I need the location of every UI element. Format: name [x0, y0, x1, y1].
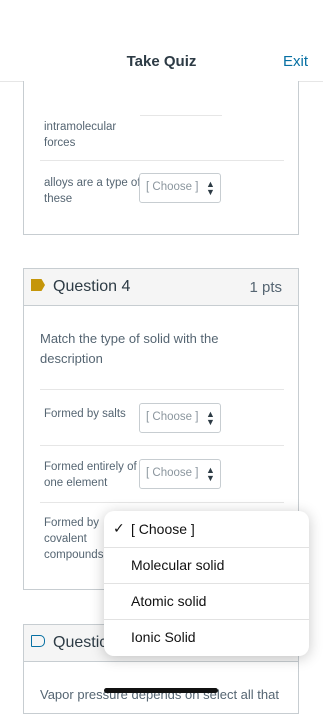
question-points: 1 pts: [249, 279, 282, 296]
match-row-label: forces: [44, 137, 76, 149]
question-prompt: Match the type of solid with the descrip…: [40, 329, 250, 369]
match-row-label: Formed by salts: [44, 408, 126, 420]
match-row-label: these: [44, 193, 73, 205]
select-value: [ Choose ]: [146, 411, 199, 423]
match-row: alloys are a type of these [ Choose ] ▲ ▼: [40, 160, 284, 235]
match-row-label: one element: [44, 477, 108, 489]
match-row-label: compounds: [44, 549, 104, 561]
select-value: [ Choose ]: [146, 467, 199, 479]
up-down-chevron-icon: ▲ ▼: [206, 179, 215, 197]
exit-link[interactable]: Exit: [283, 53, 308, 70]
match-row-label: alloys are a type of: [44, 177, 141, 189]
up-down-chevron-icon: ▲ ▼: [206, 409, 215, 427]
match-row-label: Formed entirely of: [44, 461, 137, 473]
match-row: Formed by salts [ Choose ] ▲ ▼: [40, 389, 284, 446]
match-row: Formed entirely of one element [ Choose …: [40, 445, 284, 503]
option-label: Molecular solid: [131, 557, 225, 573]
option-label: [ Choose ]: [131, 521, 195, 537]
dropdown-option[interactable]: Molecular solid: [104, 547, 309, 584]
option-label: Atomic solid: [131, 593, 207, 609]
question-header: Question 4 1 pts: [24, 269, 298, 306]
question-3-card: intramolecular forces alloys are a type …: [23, 81, 299, 235]
match-row: intramolecular forces: [24, 81, 298, 161]
page-title: Take Quiz: [126, 53, 197, 70]
prompt-line: description: [40, 351, 103, 366]
select-value: [ Choose ]: [146, 181, 199, 193]
choose-dropdown-menu: ✓ [ Choose ] Molecular solid Atomic soli…: [104, 511, 309, 656]
dropdown-option[interactable]: Ionic Solid: [104, 619, 309, 655]
match-row-label: Formed by: [44, 517, 99, 529]
dropdown-option[interactable]: Atomic solid: [104, 583, 309, 620]
answer-select[interactable]: [ Choose ] ▲ ▼: [139, 173, 221, 203]
dropdown-option[interactable]: ✓ [ Choose ]: [104, 511, 309, 548]
flag-outline-icon[interactable]: [31, 635, 45, 647]
match-row-label: intramolecular: [44, 121, 117, 133]
home-indicator[interactable]: [104, 688, 218, 693]
answer-select[interactable]: [ Choose ] ▲ ▼: [139, 403, 221, 433]
select-bottom-edge: [140, 115, 222, 116]
option-label: Ionic Solid: [131, 629, 196, 645]
answer-select[interactable]: [ Choose ] ▲ ▼: [139, 459, 221, 489]
match-row-label: covalent: [44, 533, 87, 545]
prompt-line: Match the type of solid with the: [40, 331, 219, 346]
up-down-chevron-icon: ▲ ▼: [206, 465, 215, 483]
question-title: Question 4: [53, 278, 131, 295]
question-title: Questic: [53, 634, 108, 651]
quiz-header: Take Quiz Exit: [0, 40, 323, 82]
flag-icon[interactable]: [31, 279, 45, 291]
checkmark-icon: ✓: [113, 520, 125, 536]
